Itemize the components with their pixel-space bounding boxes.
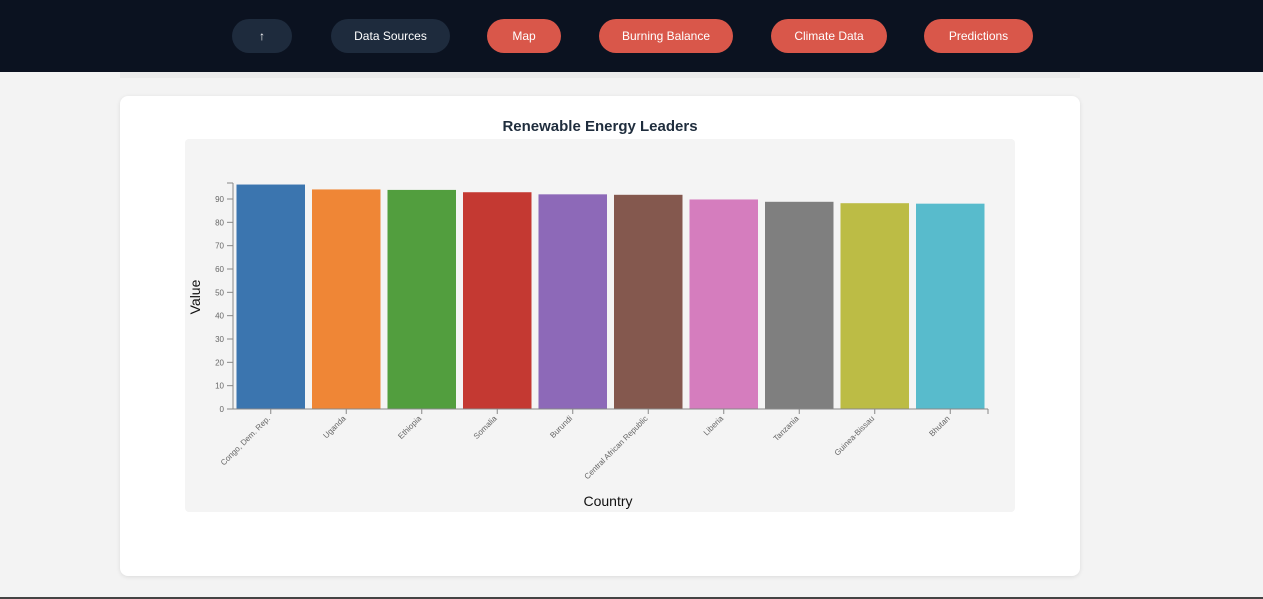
x-tick-label: Uganda — [321, 414, 348, 441]
y-tick-label: 90 — [215, 195, 224, 204]
chart-title: Renewable Energy Leaders — [502, 118, 698, 135]
burning-balance-button[interactable]: Burning Balance — [599, 19, 733, 53]
x-tick-label: Central African Republic — [583, 414, 650, 481]
y-tick-label: 40 — [215, 312, 224, 321]
x-tick-label: Bhutan — [927, 414, 951, 438]
bar — [840, 203, 909, 409]
predictions-button[interactable]: Predictions — [924, 19, 1033, 53]
bar — [614, 194, 683, 409]
x-tick-label: Guinea-Bissau — [833, 414, 876, 457]
chart-plot-panel: Congo, Dem. Rep. Uganda Ethiopia Somalia Bur… — [185, 139, 1015, 512]
bar — [387, 189, 456, 409]
chart-card: Renewable Energy Leaders Congo, Dem. Rep… — [120, 96, 1080, 576]
renewable-energy-bar-chart: Congo, Dem. Rep. Uganda Ethiopia Somalia Bur… — [187, 182, 989, 509]
bar — [538, 194, 607, 409]
bar — [312, 189, 381, 409]
x-tick-label: Congo, Dem. Rep. — [219, 414, 272, 467]
y-axis-label: Value — [187, 279, 203, 314]
y-tick-label: 80 — [215, 218, 224, 227]
y-tick-label: 70 — [215, 242, 224, 251]
bar — [765, 201, 834, 409]
y-tick-label: 20 — [215, 358, 224, 367]
bar — [236, 184, 305, 409]
top-navigation-bar: ↑ Data Sources Map Burning Balance Clima… — [0, 0, 1263, 72]
y-tick-label: 10 — [215, 382, 224, 391]
arrow-up-icon: ↑ — [259, 29, 265, 43]
bars-group — [236, 184, 985, 409]
y-tick-label: 0 — [220, 405, 225, 414]
x-tick-label: Liberia — [702, 414, 726, 438]
climate-data-button[interactable]: Climate Data — [771, 19, 887, 53]
previous-card-edge — [120, 72, 1080, 78]
y-tick-label: 30 — [215, 335, 224, 344]
x-tick-label: Tanzania — [772, 414, 801, 443]
x-tick-label: Somalia — [472, 414, 499, 441]
y-tick-label: 60 — [215, 265, 224, 274]
x-tick-label: Ethiopia — [396, 414, 423, 441]
y-tick-label: 50 — [215, 288, 224, 297]
data-sources-button[interactable]: Data Sources — [331, 19, 450, 53]
bar — [463, 192, 532, 409]
bar — [916, 203, 985, 409]
scroll-up-button[interactable]: ↑ — [232, 19, 292, 53]
map-button[interactable]: Map — [487, 19, 561, 53]
x-axis-label: Country — [583, 493, 632, 509]
x-tick-label: Burundi — [548, 414, 574, 440]
bar — [689, 199, 758, 409]
